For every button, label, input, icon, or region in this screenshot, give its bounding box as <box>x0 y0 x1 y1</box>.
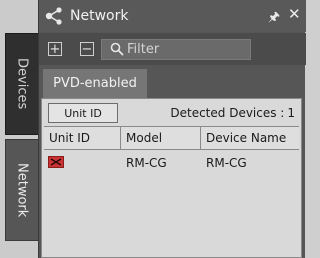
column-header-unit-id[interactable]: Unit ID <box>44 127 121 149</box>
minus-icon: − <box>81 42 93 57</box>
tab-network[interactable]: Network <box>5 139 39 241</box>
table-header: Unit ID Model Device Name <box>44 126 299 150</box>
table-row[interactable]: RM-CG RM-CG <box>44 152 299 174</box>
cell-unit-id <box>44 152 121 174</box>
column-header-model[interactable]: Model <box>121 127 201 149</box>
tab-pvd-enabled[interactable]: PVD-enabled <box>43 69 147 98</box>
panel-title: Network <box>70 8 129 24</box>
device-list-area: Unit ID Detected Devices :1 Unit ID Mode… <box>41 98 302 258</box>
panel-toolbar: + − <box>39 33 306 65</box>
tab-devices[interactable]: Devices <box>5 33 39 135</box>
tab-devices-label: Devices <box>14 58 30 110</box>
column-header-device-name[interactable]: Device Name <box>201 127 299 149</box>
close-icon[interactable]: ✕ <box>288 5 301 23</box>
unit-id-button[interactable]: Unit ID <box>48 103 118 123</box>
network-panel: Network 🖈 ✕ + − PVD-enabled Unit ID <box>38 0 306 258</box>
device-error-icon <box>48 156 64 168</box>
filter-input[interactable] <box>127 40 247 59</box>
pin-icon[interactable]: 🖈 <box>268 8 280 30</box>
detected-devices-label: Detected Devices :1 <box>170 106 295 120</box>
detected-devices-count: 1 <box>287 106 295 120</box>
panel-titlebar: Network 🖈 ✕ <box>39 0 306 32</box>
plus-icon: + <box>49 42 61 57</box>
app-frame: Devices Network Network 🖈 ✕ + − Filter P… <box>0 0 306 258</box>
detected-devices-text: Detected Devices : <box>170 106 285 120</box>
cell-device-name: RM-CG <box>206 156 247 170</box>
tab-network-label: Network <box>14 162 30 218</box>
search-icon <box>110 42 124 56</box>
search-box <box>101 39 251 60</box>
expand-all-button[interactable]: + <box>48 42 62 56</box>
tab-pvd-enabled-label: PVD-enabled <box>53 76 137 91</box>
collapse-all-button[interactable]: − <box>80 42 94 56</box>
cell-model: RM-CG <box>126 156 167 170</box>
network-icon <box>45 7 62 25</box>
